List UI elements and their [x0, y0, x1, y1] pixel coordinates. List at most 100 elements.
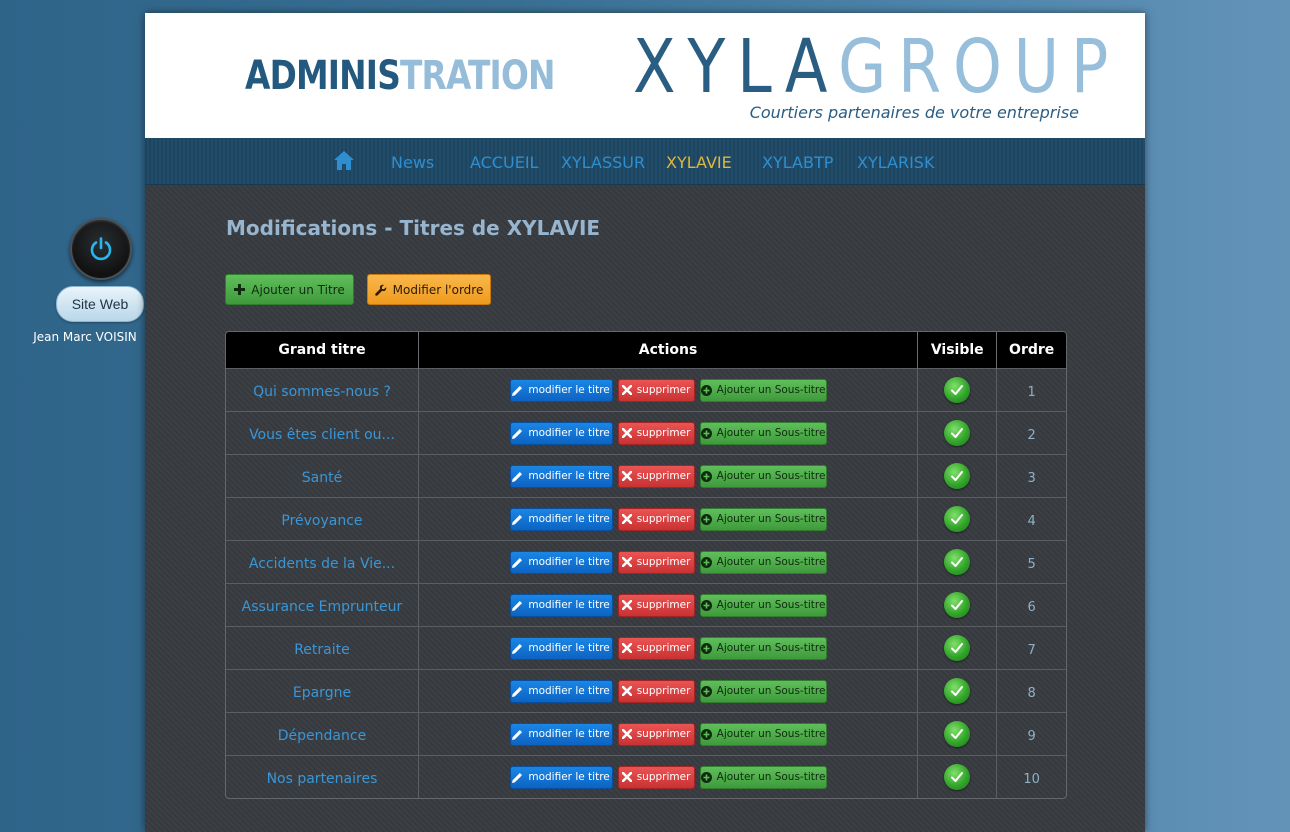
header-visible: Visible	[917, 332, 997, 369]
delete-label: supprimer	[636, 642, 691, 654]
delete-button[interactable]: supprimer	[617, 507, 695, 531]
user-name: Jean Marc VOISIN	[33, 330, 137, 344]
visible-check-icon[interactable]	[944, 377, 971, 403]
close-icon	[621, 600, 632, 610]
add-subtitle-button[interactable]: Ajouter un Sous-titre	[699, 593, 827, 617]
nav-item-xylavie[interactable]: XYLAVIE	[666, 153, 732, 172]
edit-title-label: modifier le titre	[528, 599, 610, 611]
delete-label: supprimer	[636, 427, 691, 439]
edit-title-button[interactable]: modifier le titre	[509, 507, 613, 531]
edit-title-button[interactable]: modifier le titre	[509, 593, 613, 617]
edit-title-button[interactable]: modifier le titre	[509, 464, 613, 488]
admin-title: ADMINISTRATION	[245, 53, 555, 99]
edit-title-label: modifier le titre	[528, 771, 610, 783]
edit-title-label: modifier le titre	[528, 384, 610, 396]
add-subtitle-button[interactable]: Ajouter un Sous-titre	[699, 636, 827, 660]
pencil-icon	[512, 557, 523, 568]
add-title-label: Ajouter un Titre	[251, 282, 345, 297]
logo-part2: GROUP	[838, 24, 1121, 110]
edit-title-label: modifier le titre	[528, 470, 610, 482]
add-subtitle-label: Ajouter un Sous-titre	[716, 470, 826, 482]
nav-item-news[interactable]: News	[391, 153, 434, 172]
add-subtitle-button[interactable]: Ajouter un Sous-titre	[699, 464, 827, 488]
wrench-icon	[374, 284, 386, 296]
delete-label: supprimer	[636, 384, 691, 396]
add-subtitle-label: Ajouter un Sous-titre	[716, 427, 826, 439]
nav-item-accueil[interactable]: ACCUEIL	[470, 153, 538, 172]
add-title-button[interactable]: Ajouter un Titre	[225, 274, 354, 305]
row-title-link[interactable]: Nos partenaires	[267, 771, 378, 787]
add-subtitle-button[interactable]: Ajouter un Sous-titre	[699, 421, 827, 445]
row-title-link[interactable]: Prévoyance	[281, 513, 362, 529]
edit-title-label: modifier le titre	[528, 427, 610, 439]
row-title-link[interactable]: Epargne	[293, 685, 351, 701]
add-subtitle-button[interactable]: Ajouter un Sous-titre	[699, 765, 827, 789]
edit-title-button[interactable]: modifier le titre	[509, 722, 613, 746]
add-subtitle-button[interactable]: Ajouter un Sous-titre	[699, 507, 827, 531]
pencil-icon	[512, 729, 523, 740]
edit-title-button[interactable]: modifier le titre	[509, 378, 613, 402]
add-subtitle-button[interactable]: Ajouter un Sous-titre	[699, 378, 827, 402]
add-subtitle-label: Ajouter un Sous-titre	[716, 556, 826, 568]
visible-check-icon[interactable]	[944, 549, 971, 575]
add-subtitle-button[interactable]: Ajouter un Sous-titre	[699, 550, 827, 574]
row-order: 1	[1027, 384, 1036, 400]
delete-button[interactable]: supprimer	[617, 679, 695, 703]
delete-button[interactable]: supprimer	[617, 378, 695, 402]
close-icon	[621, 729, 632, 739]
plus-circle-icon	[700, 384, 712, 396]
delete-button[interactable]: supprimer	[617, 464, 695, 488]
add-subtitle-button[interactable]: Ajouter un Sous-titre	[699, 722, 827, 746]
edit-title-button[interactable]: modifier le titre	[509, 421, 613, 445]
visible-check-icon[interactable]	[944, 764, 971, 790]
delete-button[interactable]: supprimer	[617, 636, 695, 660]
visible-check-icon[interactable]	[944, 463, 971, 489]
row-title-link[interactable]: Assurance Emprunteur	[242, 599, 403, 615]
table-row: Accidents de la Vie... modifier le titre…	[226, 540, 1066, 584]
edit-title-button[interactable]: modifier le titre	[509, 679, 613, 703]
add-subtitle-button[interactable]: Ajouter un Sous-titre	[699, 679, 827, 703]
nav-item-xylarisk[interactable]: XYLARISK	[857, 153, 934, 172]
row-title-link[interactable]: Retraite	[294, 642, 350, 658]
visible-check-icon[interactable]	[944, 678, 971, 704]
row-title-link[interactable]: Qui sommes-nous ?	[253, 384, 391, 400]
header-ordre: Ordre	[996, 332, 1066, 369]
visible-check-icon[interactable]	[944, 635, 971, 661]
pencil-icon	[512, 600, 523, 611]
delete-label: supprimer	[636, 771, 691, 783]
row-title-link[interactable]: Santé	[302, 470, 342, 486]
visible-check-icon[interactable]	[944, 506, 971, 532]
add-subtitle-label: Ajouter un Sous-titre	[716, 384, 826, 396]
edit-title-button[interactable]: modifier le titre	[509, 765, 613, 789]
visible-check-icon[interactable]	[944, 721, 971, 747]
pencil-icon	[512, 514, 523, 525]
row-title-link[interactable]: Vous êtes client ou...	[249, 427, 395, 443]
delete-button[interactable]: supprimer	[617, 765, 695, 789]
visible-check-icon[interactable]	[944, 592, 971, 618]
add-subtitle-label: Ajouter un Sous-titre	[716, 599, 826, 611]
delete-button[interactable]: supprimer	[617, 722, 695, 746]
row-title-link[interactable]: Accidents de la Vie...	[249, 556, 395, 572]
add-subtitle-label: Ajouter un Sous-titre	[716, 642, 826, 654]
header-banner: ADMINISTRATION XYLAGROUP Courtiers parte…	[145, 13, 1145, 138]
site-web-button[interactable]: Site Web	[56, 286, 144, 322]
plus-circle-icon	[700, 771, 712, 783]
visible-check-icon[interactable]	[944, 420, 971, 446]
row-title-link[interactable]: Dépendance	[278, 728, 366, 744]
delete-button[interactable]: supprimer	[617, 593, 695, 617]
row-order: 7	[1027, 642, 1036, 658]
nav-item-xylabtp[interactable]: XYLABTP	[762, 153, 833, 172]
table-row: Dépendance modifier le titre supprimer A…	[226, 712, 1066, 756]
power-button[interactable]	[70, 218, 132, 280]
row-order: 2	[1027, 427, 1036, 443]
edit-title-button[interactable]: modifier le titre	[509, 550, 613, 574]
modify-order-button[interactable]: Modifier l'ordre	[367, 274, 491, 305]
delete-button[interactable]: supprimer	[617, 421, 695, 445]
delete-label: supprimer	[636, 470, 691, 482]
add-subtitle-label: Ajouter un Sous-titre	[716, 728, 826, 740]
table-row: Assurance Emprunteur modifier le titre s…	[226, 583, 1066, 627]
delete-button[interactable]: supprimer	[617, 550, 695, 574]
nav-item-xylassur[interactable]: XYLASSUR	[561, 153, 645, 172]
edit-title-button[interactable]: modifier le titre	[509, 636, 613, 660]
home-icon[interactable]	[333, 149, 355, 175]
